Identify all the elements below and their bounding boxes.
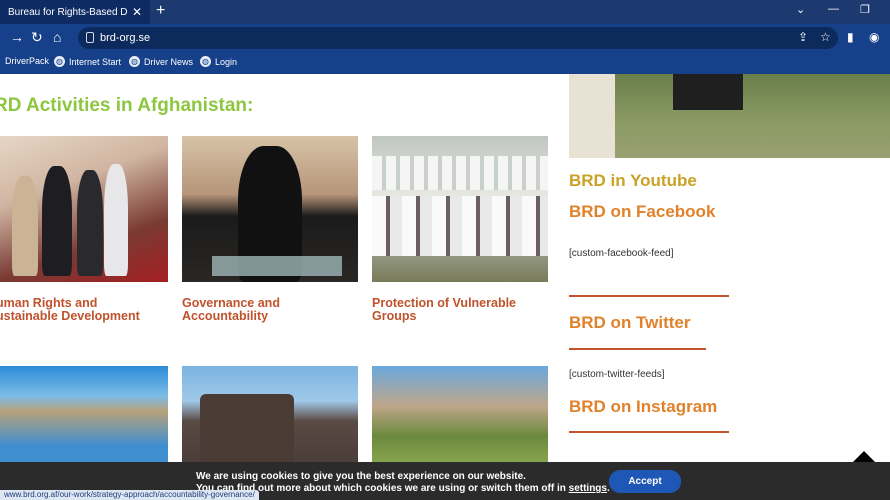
activity-image-governance[interactable] — [182, 136, 358, 282]
forward-icon[interactable]: → — [10, 29, 24, 45]
share-icon[interactable]: ⇪ — [798, 30, 808, 44]
bookmark-label: Internet Start — [69, 56, 122, 67]
caption-governance[interactable]: Governance and Accountability — [182, 297, 360, 323]
sidebar-image — [569, 74, 890, 158]
twitter-heading[interactable]: BRD on Twitter — [569, 313, 691, 333]
activity-image-vulnerable-groups[interactable] — [372, 136, 548, 282]
page-content: RD Activities in Afghanistan: uman Right… — [0, 74, 890, 500]
active-tab[interactable]: Bureau for Rights-Based Develo ✕ — [0, 0, 150, 24]
tab-title: Bureau for Rights-Based Develo — [8, 6, 128, 18]
accept-cookies-button[interactable]: Accept — [609, 470, 681, 493]
restore-icon[interactable]: ❐ — [860, 3, 870, 16]
bookmarks-bar: DriverPack ◍ Internet Start ◍ Driver New… — [0, 52, 890, 74]
earth-icon: ◍ — [200, 56, 211, 67]
reload-icon[interactable]: ↻ — [31, 29, 43, 46]
twitter-feed-shortcode: [custom-twitter-feeds] — [569, 369, 665, 380]
bookmark-driver-news[interactable]: ◍ Driver News — [129, 56, 193, 67]
activity-image-human-rights[interactable] — [0, 136, 168, 282]
caption-line: Accountability — [182, 309, 269, 323]
link-status-bar: www.brd.org.af/our-work/strategy-approac… — [0, 490, 259, 500]
caption-line: Groups — [372, 309, 417, 323]
section-heading: RD Activities in Afghanistan: — [0, 95, 254, 116]
new-tab-icon[interactable]: + — [156, 2, 165, 20]
side-panel-icon[interactable]: ▮ — [847, 30, 854, 44]
scroll-to-top-icon[interactable] — [853, 451, 875, 462]
close-tab-icon[interactable]: ✕ — [132, 5, 142, 19]
url-text: brd-org.se — [100, 32, 151, 44]
globe-icon: ◍ — [129, 56, 140, 67]
tab-strip: Bureau for Rights-Based Develo ✕ + ⌄ — ❐ — [0, 0, 890, 24]
caption-vulnerable-groups[interactable]: Protection of Vulnerable Groups — [372, 297, 550, 323]
home-icon[interactable]: ⌂ — [53, 29, 61, 45]
lock-icon — [86, 32, 94, 43]
caption-line: ustainable Development — [0, 309, 140, 323]
bookmark-label: DriverPack — [5, 56, 50, 66]
caption-human-rights[interactable]: uman Rights and ustainable Development — [0, 297, 174, 323]
address-bar-row: → ↻ ⌂ brd-org.se ⇪ ☆ ▮ ◉ — [0, 24, 890, 52]
divider — [569, 348, 706, 350]
youtube-heading[interactable]: BRD in Youtube — [569, 171, 697, 191]
instagram-heading[interactable]: BRD on Instagram — [569, 397, 717, 417]
bookmark-driverpack[interactable]: DriverPack — [5, 56, 49, 66]
facebook-feed-shortcode: [custom-facebook-feed] — [569, 248, 674, 259]
activity-image-lake[interactable] — [0, 366, 168, 466]
bookmark-label: Driver News — [144, 56, 194, 67]
cookie-text-line1: We are using cookies to give you the bes… — [196, 471, 526, 482]
bookmark-star-icon[interactable]: ☆ — [820, 30, 831, 44]
url-field[interactable]: brd-org.se — [78, 27, 838, 49]
cookie-settings-link[interactable]: settings — [569, 483, 607, 494]
tab-search-icon[interactable]: ⌄ — [796, 3, 805, 16]
minimize-icon[interactable]: — — [828, 3, 839, 15]
divider — [569, 295, 729, 297]
profile-avatar-icon[interactable]: ◉ — [869, 30, 879, 44]
divider — [569, 431, 729, 433]
bookmark-internet-start[interactable]: ◍ Internet Start — [54, 56, 121, 67]
facebook-heading[interactable]: BRD on Facebook — [569, 202, 715, 222]
activity-image-valley[interactable] — [372, 366, 548, 466]
activity-image-minaret[interactable] — [182, 366, 358, 466]
bookmark-login[interactable]: ◍ Login — [200, 56, 237, 67]
bookmark-label: Login — [215, 56, 238, 67]
globe-icon: ◍ — [54, 56, 65, 67]
